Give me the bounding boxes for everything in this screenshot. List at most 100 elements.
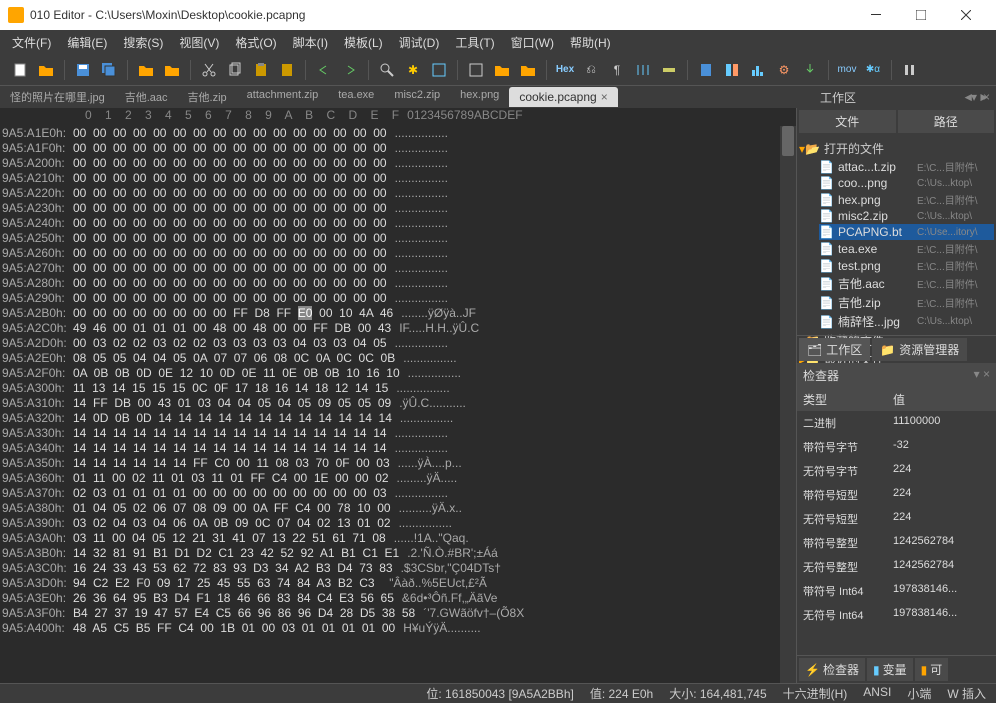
file-item[interactable]: 📄tea.exeE:\C...目附件\ [819,240,994,257]
tab[interactable]: tea.exe [328,86,384,108]
side-col-file[interactable]: 文件 [799,110,896,133]
hex-row[interactable]: 9A5:A240h:00 00 00 00 00 00 00 00 00 00 … [0,216,796,231]
tab[interactable]: hex.png [450,86,509,108]
inspector-row[interactable]: 二进制11100000 [797,411,996,435]
scroll-thumb[interactable] [782,126,794,156]
saveall-icon[interactable] [99,60,119,80]
hex-row[interactable]: 9A5:A200h:00 00 00 00 00 00 00 00 00 00 … [0,156,796,171]
checksum-icon[interactable]: ⚙ [774,60,794,80]
hex-row[interactable]: 9A5:A320h:14 0D 0B 0D 14 14 14 14 14 14 … [0,411,796,426]
menu-item[interactable]: 视图(V) [173,31,225,54]
tool3-icon[interactable] [518,60,538,80]
panel-dropdown-icon[interactable]: ▾ [971,90,977,104]
tab[interactable]: misc2.zip [384,86,450,108]
alpha-icon[interactable]: ✱α [863,60,883,80]
file-item[interactable]: 📄hex.pngE:\C...目附件\ [819,191,994,208]
hex-row[interactable]: 9A5:A310h:14 FF DB 00 43 01 03 04 04 05 … [0,396,796,411]
hex-row[interactable]: 9A5:A1F0h:00 00 00 00 00 00 00 00 00 00 … [0,141,796,156]
hex-row[interactable]: 9A5:A260h:00 00 00 00 00 00 00 00 00 00 … [0,246,796,261]
find-icon[interactable] [377,60,397,80]
file-item[interactable]: 📄PCAPNG.btC:\Use...itory\ [819,224,994,240]
compare-icon[interactable] [722,60,742,80]
menu-item[interactable]: 模板(L) [338,31,389,54]
goto-icon[interactable] [429,60,449,80]
maximize-button[interactable] [898,0,943,30]
tool2-icon[interactable] [492,60,512,80]
side-col-path[interactable]: 路径 [898,110,995,133]
sidetab-explorer[interactable]: 📁 资源管理器 [872,338,967,361]
save-icon[interactable] [73,60,93,80]
menu-item[interactable]: 帮助(H) [564,31,617,54]
scrollbar[interactable] [780,126,796,683]
mov-icon[interactable]: mov [837,60,857,80]
paste-icon[interactable] [251,60,271,80]
hex-row[interactable]: 9A5:A380h:01 04 05 02 06 07 08 09 00 0A … [0,501,796,516]
inspector-row[interactable]: 无符号 Int64197838146... [797,603,996,627]
close-button[interactable] [943,0,988,30]
folder-open-icon[interactable] [136,60,156,80]
pilcrow-icon[interactable]: ¶ [607,60,627,80]
hex-row[interactable]: 9A5:A3F0h:B4 27 37 19 47 57 E4 C5 66 96 … [0,606,796,621]
status-hex[interactable]: 十六进制(H) [783,685,848,702]
menu-item[interactable]: 窗口(W) [505,31,560,54]
inspector-row[interactable]: 无符号整型1242562784 [797,555,996,579]
tree-open-files[interactable]: ▾📂 打开的文件 [799,139,994,158]
tab[interactable]: 吉他.aac [115,86,178,108]
menu-item[interactable]: 工具(T) [449,31,500,54]
hex-row[interactable]: 9A5:A2D0h:00 03 02 02 03 02 02 03 03 03 … [0,336,796,351]
menu-item[interactable]: 调试(D) [393,31,446,54]
menu-item[interactable]: 格式(O) [229,31,282,54]
file-item[interactable]: 📄楠辞怪...jpgC:\Us...ktop\ [819,312,994,331]
hex-row[interactable]: 9A5:A250h:00 00 00 00 00 00 00 00 00 00 … [0,231,796,246]
inspector-row[interactable]: 带符号短型224 [797,483,996,507]
open-icon[interactable] [36,60,56,80]
hex-row[interactable]: 9A5:A210h:00 00 00 00 00 00 00 00 00 00 … [0,171,796,186]
file-item[interactable]: 📄吉他.aacE:\C...目附件\ [819,274,994,293]
tab-close-icon[interactable]: × [601,90,608,104]
file-item[interactable]: 📄coo...pngC:\Us...ktop\ [819,175,994,191]
hex-row[interactable]: 9A5:A220h:00 00 00 00 00 00 00 00 00 00 … [0,186,796,201]
hex-row[interactable]: 9A5:A300h:11 13 14 15 15 15 0C 0F 17 18 … [0,381,796,396]
inspector-row[interactable]: 带符号整型1242562784 [797,531,996,555]
hex-row[interactable]: 9A5:A2E0h:08 05 05 04 04 05 0A 07 07 06 … [0,351,796,366]
tool1-icon[interactable] [466,60,486,80]
hex-row[interactable]: 9A5:A360h:01 11 00 02 11 01 03 11 01 FF … [0,471,796,486]
hex-row[interactable]: 9A5:A3D0h:94 C2 E2 F0 09 17 25 45 55 63 … [0,576,796,591]
status-ansi[interactable]: ANSI [863,685,891,702]
bottomtab-inspector[interactable]: ⚡检查器 [799,658,865,681]
hex-row[interactable]: 9A5:A370h:02 03 01 01 01 01 00 00 00 00 … [0,486,796,501]
file-item[interactable]: 📄misc2.zipC:\Us...ktop\ [819,208,994,224]
hex-row[interactable]: 9A5:A290h:00 00 00 00 00 00 00 00 00 00 … [0,291,796,306]
panel-close-icon[interactable]: × [983,90,990,104]
hex-row[interactable]: 9A5:A2F0h:0A 0B 0B 0D 0E 12 10 0D 0E 11 … [0,366,796,381]
file-item[interactable]: 📄attac...t.zipE:\C...目附件\ [819,158,994,175]
minimize-button[interactable] [853,0,898,30]
tab[interactable]: 吉他.zip [178,86,237,108]
hex-row[interactable]: 9A5:A280h:00 00 00 00 00 00 00 00 00 00 … [0,276,796,291]
undo-icon[interactable] [314,60,334,80]
calc-icon[interactable] [696,60,716,80]
histogram-icon[interactable] [748,60,768,80]
hex-row[interactable]: 9A5:A340h:14 14 14 14 14 14 14 14 14 14 … [0,441,796,456]
hex-row[interactable]: 9A5:A3B0h:14 32 81 91 B1 D1 D2 C1 23 42 … [0,546,796,561]
import-icon[interactable] [800,60,820,80]
status-mode[interactable]: W 插入 [947,685,986,702]
hex-row[interactable]: 9A5:A3A0h:03 11 00 04 05 12 21 31 41 07 … [0,531,796,546]
pause-icon[interactable] [900,60,920,80]
inspector-row[interactable]: 无符号字节224 [797,459,996,483]
menu-item[interactable]: 脚本(I) [287,31,334,54]
hex-row[interactable]: 9A5:A330h:14 14 14 14 14 14 14 14 14 14 … [0,426,796,441]
inspector-row[interactable]: 带符号 Int64197838146... [797,579,996,603]
tab-active[interactable]: cookie.pcapng × [509,87,617,107]
hex-row[interactable]: 9A5:A350h:14 14 14 14 14 14 FF C0 00 11 … [0,456,796,471]
folder-save-icon[interactable] [162,60,182,80]
bottomtab-variables[interactable]: ▮变量 [867,658,913,681]
tab[interactable]: 怪的照片在哪里.jpg [0,86,115,108]
copy-icon[interactable] [225,60,245,80]
replace-icon[interactable]: ✱ [403,60,423,80]
hex-icon[interactable]: Hex [555,60,575,80]
hex-row[interactable]: 9A5:A3E0h:26 36 64 95 B3 D4 F1 18 46 66 … [0,591,796,606]
menu-item[interactable]: 搜索(S) [117,31,169,54]
ruler-icon[interactable] [659,60,679,80]
hex-pane[interactable]: 0 1 2 3 4 5 6 7 8 9 A B C D E F 01234567… [0,108,796,683]
